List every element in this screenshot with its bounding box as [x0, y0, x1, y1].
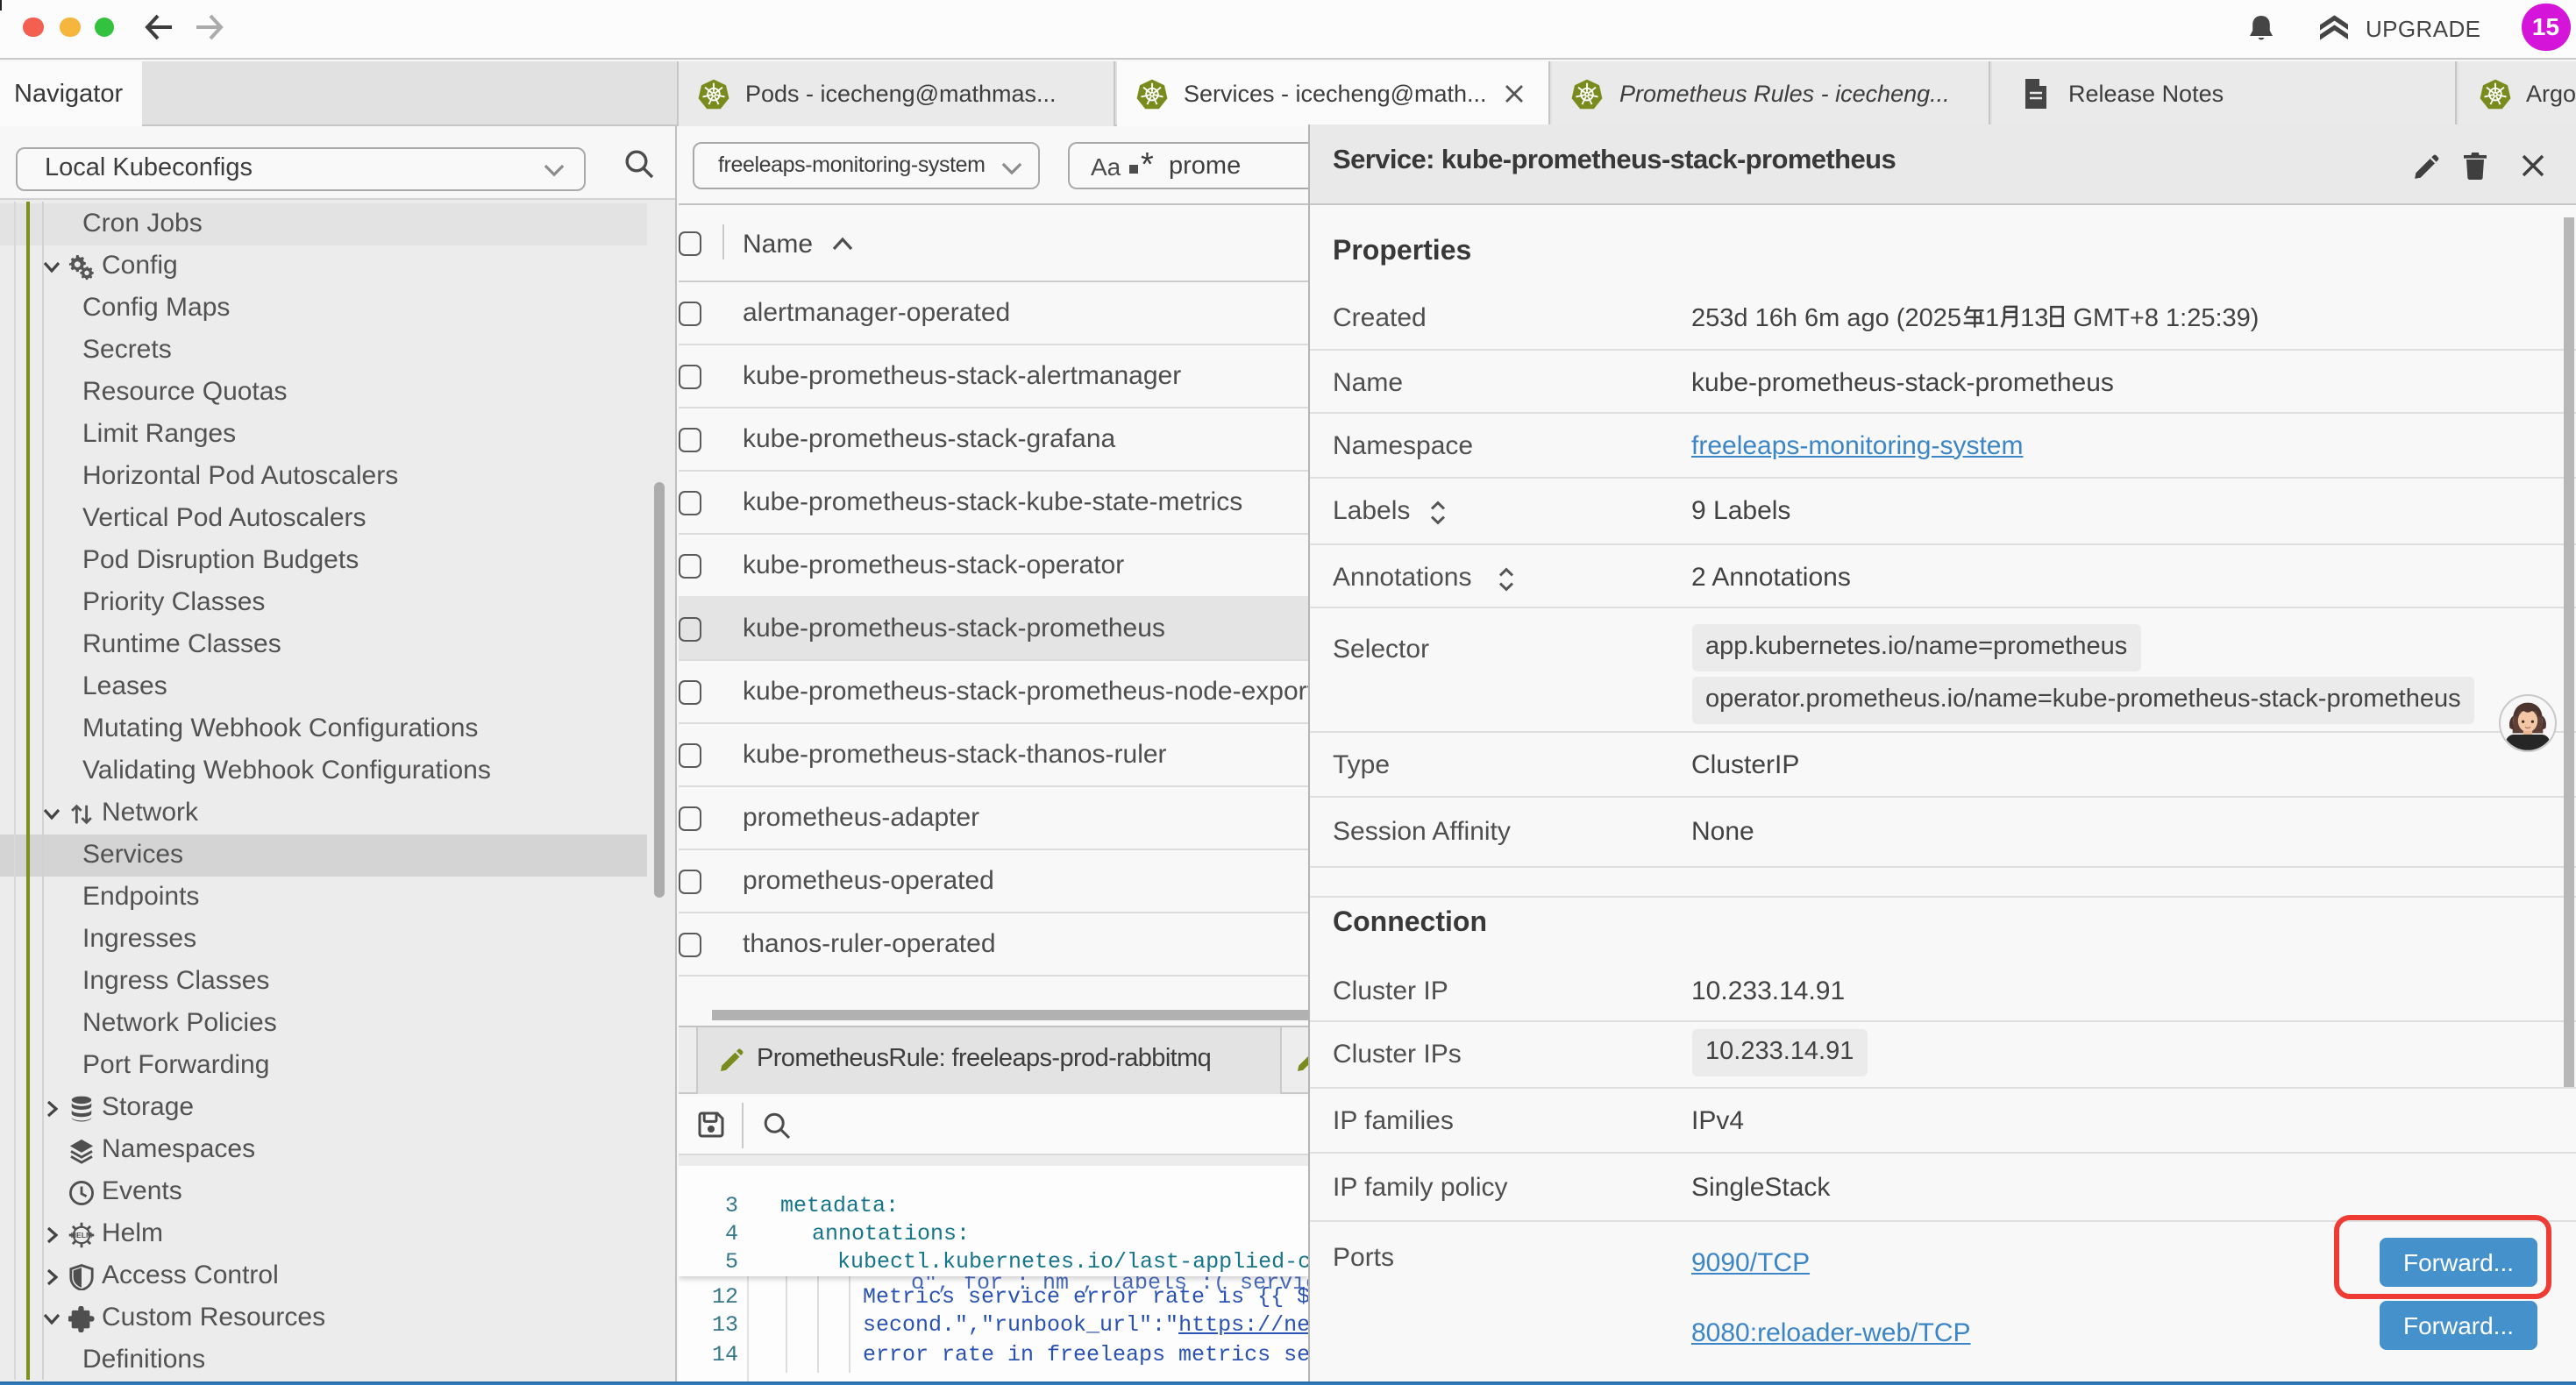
svg-text:HELM: HELM — [70, 1230, 91, 1239]
